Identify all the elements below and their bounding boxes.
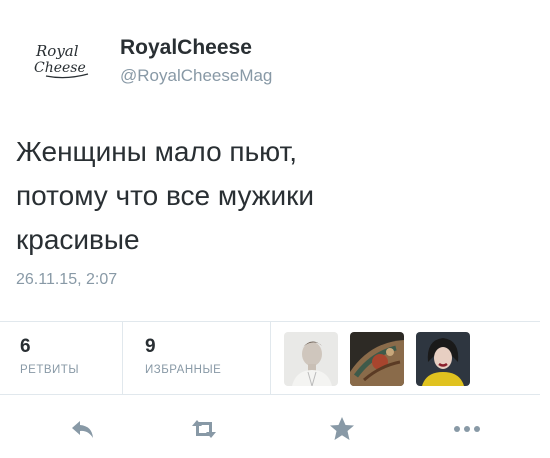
tweet-timestamp[interactable]: 26.11.15, 2:07	[16, 271, 117, 289]
tweet-actions-bar	[0, 400, 540, 458]
user-display-name[interactable]: RoyalCheese	[120, 36, 252, 60]
tweet-stats-bar: 6 РЕТВИТЫ 9 ИЗБРАННЫЕ	[0, 321, 540, 395]
favoriter-avatar[interactable]	[416, 332, 470, 386]
retweets-label: РЕТВИТЫ	[20, 364, 80, 376]
reply-button[interactable]	[68, 414, 98, 444]
favoriter-avatar[interactable]	[350, 332, 404, 386]
user-handle[interactable]: @RoyalCheeseMag	[120, 66, 272, 86]
more-icon	[454, 426, 480, 432]
favorites-stat[interactable]: 9 ИЗБРАННЫЕ	[145, 336, 221, 376]
user-avatar-woman-yellow-icon	[416, 332, 470, 386]
user-avatar-man-white-icon	[284, 332, 338, 386]
favorite-button[interactable]	[327, 414, 357, 444]
user-avatar-tattoo-icon	[350, 332, 404, 386]
tweet-text: Женщины мало пьют, потому что все мужики…	[16, 136, 315, 255]
royalcheese-logo-avatar[interactable]: Royal Cheese	[32, 36, 94, 84]
favoriter-avatar[interactable]	[284, 332, 338, 386]
favorite-star-icon	[330, 417, 354, 440]
retweets-stat[interactable]: 6 РЕТВИТЫ	[20, 336, 79, 376]
retweets-count: 6	[20, 336, 31, 357]
more-options-button[interactable]	[452, 414, 482, 444]
svg-text:Cheese: Cheese	[34, 60, 86, 76]
favorites-count: 9	[145, 336, 156, 357]
stats-divider	[122, 322, 123, 394]
tweet-header: Royal Cheese RoyalCheese @RoyalCheeseMag	[16, 26, 536, 86]
stats-divider	[270, 322, 271, 394]
retweet-icon	[192, 420, 216, 438]
reply-icon	[72, 421, 93, 438]
retweet-button[interactable]	[189, 414, 219, 444]
favorites-label: ИЗБРАННЫЕ	[145, 364, 222, 376]
svg-text:Royal: Royal	[35, 42, 79, 60]
